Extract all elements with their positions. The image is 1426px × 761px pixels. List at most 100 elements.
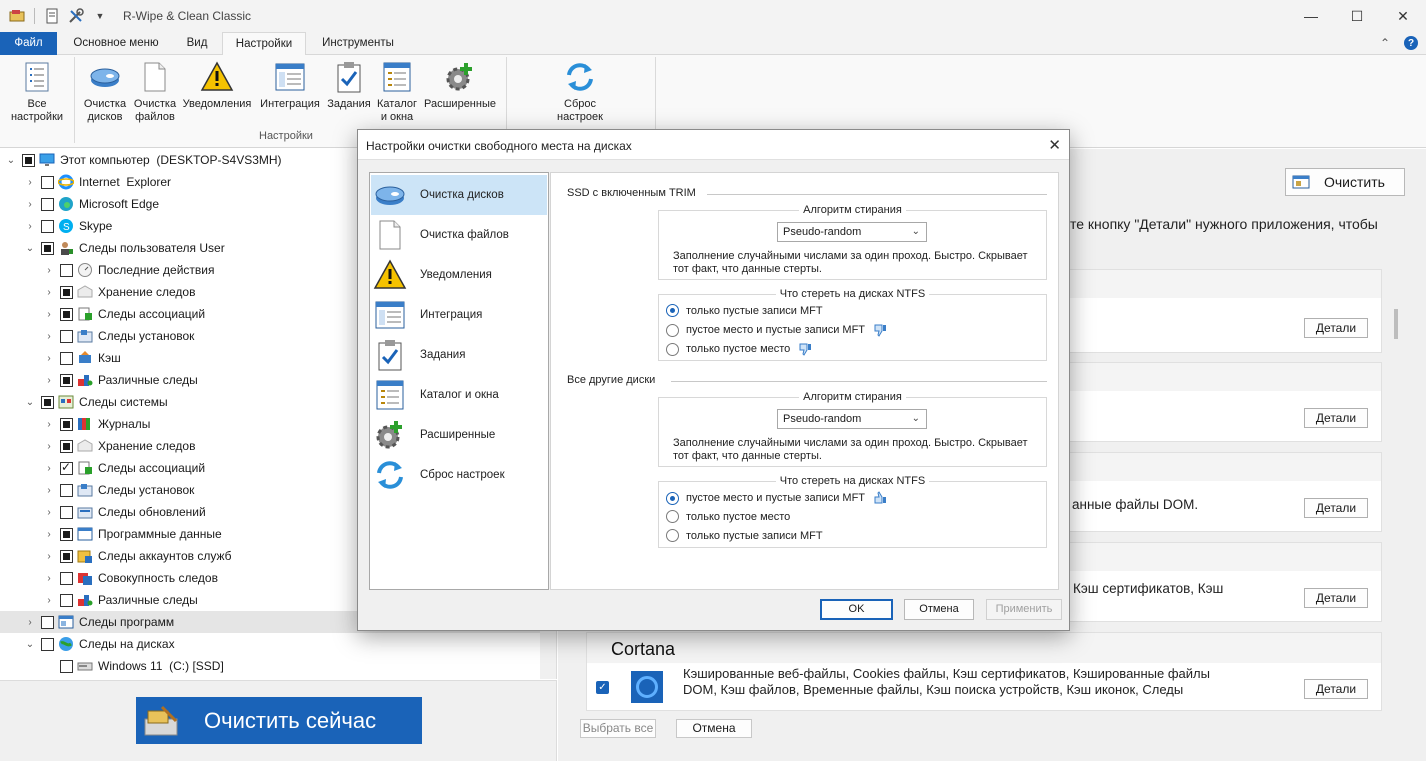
chevron-right-icon[interactable]: › <box>42 463 56 474</box>
reset-settings-button[interactable]: Сброс настроек <box>548 60 612 124</box>
radio[interactable] <box>666 323 679 337</box>
details-button[interactable]: Детали <box>1304 588 1368 608</box>
chevron-right-icon[interactable]: › <box>42 529 56 540</box>
chevron-right-icon[interactable]: › <box>42 419 56 430</box>
other-option-mft-only[interactable]: только пустые записи MFT <box>666 529 823 542</box>
tree-checkbox[interactable] <box>60 417 73 431</box>
tree-item[interactable]: Windows 11 (C:) [SSD] <box>0 655 556 677</box>
chevron-right-icon[interactable]: › <box>42 287 56 298</box>
chevron-down-icon[interactable]: ⌄ <box>23 397 37 408</box>
radio-selected[interactable] <box>666 304 679 317</box>
dialog-nav-item[interactable]: Уведомления <box>371 255 547 295</box>
tab-main-menu[interactable]: Основное меню <box>62 32 170 55</box>
ok-button[interactable]: OK <box>820 599 893 620</box>
chevron-right-icon[interactable]: › <box>42 573 56 584</box>
advanced-button[interactable]: Расширенные <box>420 60 500 111</box>
integration-button[interactable]: Интеграция <box>256 60 324 111</box>
chevron-right-icon[interactable]: › <box>42 309 56 320</box>
radio[interactable] <box>666 510 679 523</box>
minimize-button[interactable]: — <box>1288 0 1334 32</box>
tree-checkbox[interactable] <box>60 439 73 453</box>
tree-checkbox[interactable] <box>41 637 54 651</box>
maximize-button[interactable]: ☐ <box>1334 0 1380 32</box>
tree-checkbox[interactable] <box>60 659 73 673</box>
notifications-button[interactable]: Уведомления <box>180 60 254 111</box>
other-option-space-and-mft[interactable]: пустое место и пустые записи MFT <box>666 491 887 505</box>
details-button[interactable]: Детали <box>1304 318 1368 338</box>
chevron-right-icon[interactable]: › <box>23 221 37 232</box>
tree-checkbox[interactable] <box>60 351 73 365</box>
cancel-button[interactable]: Отмена <box>676 719 752 738</box>
dialog-nav-item[interactable]: Задания <box>371 335 547 375</box>
collapse-ribbon-icon[interactable]: ⌃ <box>1380 36 1390 50</box>
other-option-space-only[interactable]: только пустое место <box>666 510 790 523</box>
dialog-nav-item[interactable]: Интеграция <box>371 295 547 335</box>
ssd-option-mft-only[interactable]: только пустые записи MFT <box>666 304 823 317</box>
tools-icon[interactable] <box>67 7 85 25</box>
ssd-algorithm-select[interactable]: Pseudo-random ⌄ <box>777 222 927 242</box>
details-button[interactable]: Детали <box>1304 679 1368 699</box>
tree-checkbox[interactable] <box>60 483 73 497</box>
chevron-down-icon[interactable]: ⌄ <box>23 639 37 650</box>
details-button[interactable]: Детали <box>1304 498 1368 518</box>
chevron-right-icon[interactable]: › <box>23 617 37 628</box>
tab-settings[interactable]: Настройки <box>222 32 306 56</box>
chevron-down-icon[interactable]: ⌄ <box>4 155 18 166</box>
dialog-nav-item[interactable]: Очистка файлов <box>371 215 547 255</box>
chevron-right-icon[interactable]: › <box>42 507 56 518</box>
radio-selected[interactable] <box>666 491 679 505</box>
tree-checkbox[interactable] <box>60 263 73 277</box>
chevron-right-icon[interactable]: › <box>42 441 56 452</box>
tree-checkbox[interactable] <box>60 285 73 299</box>
tree-checkbox[interactable] <box>60 571 73 585</box>
tree-checkbox[interactable] <box>60 505 73 519</box>
app-icon[interactable] <box>8 7 26 25</box>
tree-checkbox[interactable] <box>60 460 73 475</box>
tree-checkbox[interactable] <box>60 329 73 343</box>
tasks-button[interactable]: Задания <box>324 60 374 111</box>
chevron-right-icon[interactable]: › <box>42 551 56 562</box>
tree-checkbox[interactable] <box>41 395 54 409</box>
tree-checkbox[interactable] <box>60 373 73 387</box>
tab-tools[interactable]: Инструменты <box>312 32 404 55</box>
tree-checkbox[interactable] <box>60 549 73 563</box>
dialog-nav-item[interactable]: Расширенные <box>371 415 547 455</box>
dialog-nav-item[interactable]: Очистка дисков <box>371 175 547 215</box>
clean-now-button[interactable]: Очистить сейчас <box>136 697 422 744</box>
radio[interactable] <box>666 529 679 542</box>
tree-checkbox[interactable] <box>41 175 54 189</box>
doc-icon[interactable] <box>43 7 61 25</box>
tree-checkbox[interactable] <box>60 307 73 321</box>
tree-checkbox[interactable] <box>41 241 54 255</box>
chevron-right-icon[interactable]: › <box>23 199 37 210</box>
tree-checkbox[interactable] <box>60 593 73 607</box>
cortana-checkbox[interactable]: ✓ <box>596 681 609 694</box>
other-algorithm-select[interactable]: Pseudo-random ⌄ <box>777 409 927 429</box>
tab-file[interactable]: Файл <box>0 32 57 55</box>
disk-cleaning-button[interactable]: Очистка дисков <box>80 60 130 124</box>
select-all-button[interactable]: Выбрать все <box>580 719 656 738</box>
ssd-option-space-only[interactable]: только пустое место <box>666 342 812 356</box>
dropdown-icon[interactable]: ▼ <box>91 7 109 25</box>
chevron-right-icon[interactable]: › <box>42 331 56 342</box>
tab-view[interactable]: Вид <box>176 32 218 55</box>
details-button[interactable]: Детали <box>1304 408 1368 428</box>
apply-button[interactable]: Применить <box>986 599 1062 620</box>
tree-checkbox[interactable] <box>22 153 35 167</box>
chevron-right-icon[interactable]: › <box>42 353 56 364</box>
tree-checkbox[interactable] <box>41 197 54 211</box>
right-scrollbar-thumb[interactable] <box>1394 309 1398 339</box>
catalog-windows-button[interactable]: Каталог и окна <box>374 60 420 124</box>
help-icon[interactable]: ? <box>1404 36 1418 50</box>
chevron-right-icon[interactable]: › <box>42 265 56 276</box>
tree-item[interactable]: ⌄ Следы на дисках <box>0 633 556 655</box>
chevron-right-icon[interactable]: › <box>42 485 56 496</box>
dialog-close-button[interactable]: ✕ <box>1048 136 1061 154</box>
close-button[interactable]: ✕ <box>1380 0 1426 32</box>
dialog-cancel-button[interactable]: Отмена <box>904 599 974 620</box>
clean-button[interactable]: Очистить <box>1285 168 1405 196</box>
tree-checkbox[interactable] <box>60 527 73 541</box>
file-cleaning-button[interactable]: Очистка файлов <box>130 60 180 124</box>
all-settings-button[interactable]: Все настройки <box>6 60 68 124</box>
dialog-nav-item[interactable]: Каталог и окна <box>371 375 547 415</box>
